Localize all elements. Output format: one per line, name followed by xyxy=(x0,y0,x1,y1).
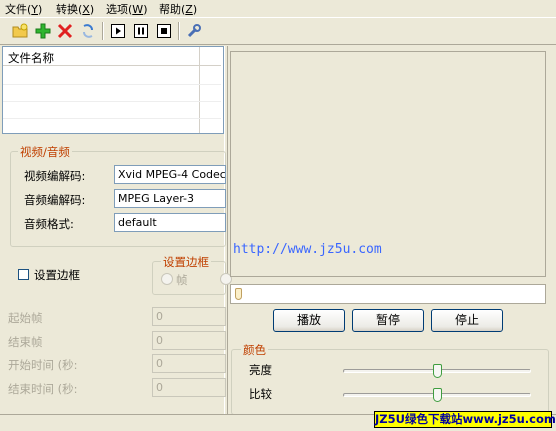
end-frame-input[interactable]: 0 xyxy=(152,331,226,350)
border-checkbox[interactable] xyxy=(18,269,29,280)
color-group-title: 颜色 xyxy=(241,342,268,358)
playback-progress-slider[interactable] xyxy=(230,284,546,304)
contrast-slider-thumb[interactable] xyxy=(432,388,442,402)
toolbar xyxy=(0,17,556,45)
watermark-url: http://www.jz5u.com xyxy=(233,242,382,257)
menu-help[interactable]: 帮助(Z) xyxy=(159,1,197,17)
start-frame-input[interactable]: 0 xyxy=(152,307,226,326)
start-time-input[interactable]: 0 xyxy=(152,354,226,373)
open-folder-icon[interactable] xyxy=(12,23,28,39)
menu-file[interactable]: 文件(Y) xyxy=(5,1,42,17)
video-preview: http://www.jz5u.com xyxy=(230,51,546,277)
column-header-filename[interactable]: 文件名称 xyxy=(8,50,54,66)
audio-format-label: 音频格式: xyxy=(24,217,74,231)
play-button[interactable]: 播放 xyxy=(273,309,345,332)
end-time-label: 结束时间 (秒: xyxy=(8,382,78,396)
site-logo-banner: JZ5U绿色下载站www.jz5u.com xyxy=(374,411,556,428)
color-group xyxy=(231,349,549,415)
border-group-title: 设置边框 xyxy=(161,254,211,270)
stop-button[interactable]: 停止 xyxy=(431,309,503,332)
file-list[interactable]: 文件名称 xyxy=(2,46,224,134)
menu-convert[interactable]: 转换(X) xyxy=(56,1,94,17)
menu-bar: 文件(Y) 转换(X) 选项(W) 帮助(Z) xyxy=(0,0,556,16)
convert-icon[interactable] xyxy=(80,23,96,39)
start-frame-label: 起始帧 xyxy=(8,311,43,325)
delete-icon[interactable] xyxy=(57,23,73,39)
border-checkbox-label[interactable]: 设置边框 xyxy=(34,267,80,283)
video-codec-select[interactable]: Xvid MPEG-4 Codec xyxy=(114,165,226,184)
audio-format-select[interactable]: default xyxy=(114,213,226,232)
stop-icon[interactable] xyxy=(156,23,172,39)
end-time-input[interactable]: 0 xyxy=(152,378,226,397)
video-audio-group-title: 视频/音频 xyxy=(18,144,72,160)
pause-icon[interactable] xyxy=(133,23,149,39)
video-codec-label: 视频编解码: xyxy=(24,169,86,183)
menu-options[interactable]: 选项(W) xyxy=(106,1,147,17)
audio-codec-select[interactable]: MPEG Layer-3 xyxy=(114,189,226,208)
frame-radio[interactable] xyxy=(161,273,173,285)
file-list-header[interactable]: 文件名称 xyxy=(3,47,221,66)
frame-radio-label: 帧 xyxy=(176,273,188,287)
settings-icon[interactable] xyxy=(186,23,202,39)
end-frame-label: 结束帧 xyxy=(8,335,43,349)
contrast-label: 比较 xyxy=(249,387,272,401)
brightness-slider-thumb[interactable] xyxy=(432,364,442,378)
start-time-label: 开始时间 (秒: xyxy=(8,358,78,372)
progress-thumb[interactable] xyxy=(235,288,242,300)
audio-codec-label: 音频编解码: xyxy=(24,193,86,207)
brightness-label: 亮度 xyxy=(249,363,272,377)
play-icon[interactable] xyxy=(110,23,126,39)
pause-button[interactable]: 暂停 xyxy=(352,309,424,332)
add-icon[interactable] xyxy=(35,23,51,39)
